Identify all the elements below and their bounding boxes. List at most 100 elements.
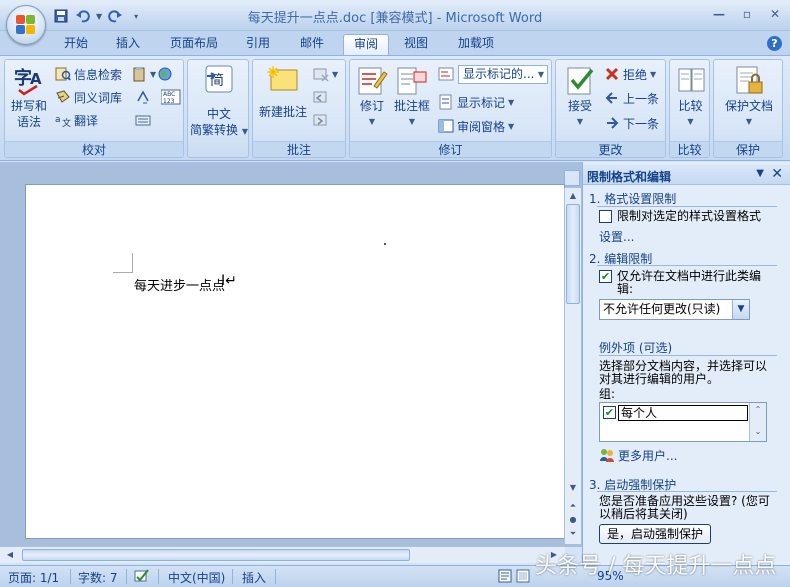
close-icon[interactable]: ✕	[764, 4, 786, 24]
tab-insert[interactable]: 插入	[108, 34, 148, 55]
track-changes-dropdown-icon[interactable]: ▼	[352, 114, 392, 130]
thesaurus-button[interactable]: 同义词库	[55, 87, 122, 107]
balloons-dropdown-icon[interactable]: ▼	[392, 114, 432, 130]
horizontal-scrollbar[interactable]: ◀ ▶	[0, 546, 565, 563]
office-button[interactable]	[6, 5, 46, 45]
tab-review[interactable]: 审阅	[343, 34, 389, 55]
compare-dropdown-icon[interactable]: ▼	[672, 114, 709, 130]
keyboard-button[interactable]	[135, 110, 151, 130]
editing-restrictions-label-line1: 仅允许在文档中进行此类编	[617, 269, 762, 283]
maximize-icon[interactable]: ▫	[736, 4, 758, 24]
select-arrow-icon[interactable]: ▼	[732, 300, 749, 319]
more-users-label: 更多用户...	[618, 448, 678, 463]
word-count[interactable]: 字数: 7	[78, 569, 118, 586]
chinese-conversion-icon: 简	[203, 64, 235, 96]
page-indicator[interactable]: 页面: 1/1	[8, 569, 59, 586]
scroll-up-icon[interactable]: ▲	[567, 190, 579, 202]
settings-link[interactable]: 设置...	[599, 228, 634, 245]
accept-dropdown-icon[interactable]: ▼	[558, 114, 602, 130]
language-indicator[interactable]: 中文(中国)	[168, 569, 225, 586]
accept-button[interactable]: 接受 ▼	[558, 64, 602, 130]
formatting-restrictions-label: 限制对选定的样式设置格式	[617, 209, 762, 223]
track-changes-button[interactable]: 修订 ▼	[352, 64, 392, 130]
tab-references[interactable]: 引用	[238, 34, 278, 55]
formatting-restrictions-checkbox[interactable]	[599, 210, 612, 223]
set-language-button[interactable]	[135, 87, 151, 107]
horizontal-scroll-thumb[interactable]	[22, 549, 410, 561]
delete-comment-dropdown-icon[interactable]: ▼	[332, 70, 338, 79]
tab-addins[interactable]: 加载项	[450, 34, 502, 55]
exceptions-desc-line2: 对其进行编辑的用户。	[599, 372, 720, 386]
svg-text:文: 文	[62, 117, 71, 128]
document-text[interactable]: 每天进步一点点	[134, 275, 225, 294]
protect-group: 保护文档 ▼ 保护	[713, 59, 783, 158]
insert-mode-indicator[interactable]: 插入	[242, 569, 266, 586]
everyone-checkbox[interactable]: ✔	[603, 406, 616, 419]
translate-tip-dropdown-icon[interactable]: ▼	[150, 70, 156, 79]
word-count-button[interactable]: ABC 123	[160, 87, 181, 107]
pane-menu-icon[interactable]: ▼	[756, 168, 764, 179]
help-icon[interactable]: ?	[767, 36, 782, 51]
new-comment-button[interactable]: 新建批注	[255, 64, 311, 120]
previous-page-icon[interactable]: ⏶	[567, 500, 579, 512]
previous-change-button[interactable]: 上一条	[604, 88, 659, 108]
scroll-left-icon[interactable]: ◀	[4, 549, 16, 561]
show-markup-icon	[438, 94, 454, 110]
enforcement-desc-line1: 您是否准备应用这些设置? (您可	[599, 494, 770, 508]
minimize-icon[interactable]: —	[708, 4, 730, 24]
language-button[interactable]	[157, 64, 173, 84]
section2-divider	[597, 265, 777, 266]
start-enforcement-button[interactable]: 是，启动强制保护	[599, 524, 711, 544]
pane-close-icon[interactable]: ✕	[771, 166, 783, 182]
next-page-icon[interactable]: ⏷	[567, 528, 579, 540]
display-for-review-button[interactable]	[438, 64, 454, 84]
delete-comment-button[interactable]: ▼	[313, 64, 338, 84]
more-users-link[interactable]: 更多用户...	[599, 445, 677, 465]
protect-document-dropdown-icon[interactable]: ▼	[716, 114, 782, 130]
browse-object-icon[interactable]: ●	[567, 514, 579, 526]
list-scroll-up-icon[interactable]: ⌃	[752, 404, 764, 416]
tab-page-layout[interactable]: 页面布局	[162, 34, 226, 55]
tab-home[interactable]: 开始	[56, 34, 96, 55]
list-scroll-down-icon[interactable]: ⌄	[752, 426, 764, 438]
reject-label: 拒绝	[623, 67, 648, 82]
spelling-grammar-button[interactable]: 字A 拼写和 语法	[9, 64, 49, 130]
next-change-button[interactable]: 下一条	[604, 113, 659, 133]
groups-list-scrollbar[interactable]: ⌃ ⌄	[749, 403, 766, 441]
changes-group-label: 更改	[556, 141, 665, 157]
exceptions-divider	[599, 355, 777, 356]
office-logo-icon	[16, 15, 36, 35]
balloons-button[interactable]: 批注框 ▼	[392, 64, 432, 130]
scroll-down-icon[interactable]: ▼	[567, 482, 579, 494]
display-for-review-combo[interactable]: 显示标记的... ▼	[458, 65, 548, 84]
protect-document-button[interactable]: 保护文档 ▼	[716, 64, 782, 130]
tab-view[interactable]: 视图	[396, 34, 436, 55]
editing-restrictions-checkbox[interactable]: ✔	[599, 270, 612, 283]
proofing-status-icon[interactable]	[134, 569, 150, 586]
tab-mailings[interactable]: 邮件	[292, 34, 332, 55]
full-screen-view-icon[interactable]	[516, 569, 530, 586]
print-layout-view-icon[interactable]	[498, 569, 512, 586]
thesaurus-icon	[55, 89, 71, 105]
reject-button[interactable]: 拒绝 ▼	[604, 64, 656, 84]
compare-group-label: 比较	[670, 141, 709, 157]
reviewing-pane-button[interactable]: 审阅窗格 ▼	[438, 116, 514, 136]
next-comment-button[interactable]	[313, 110, 329, 130]
show-markup-button[interactable]: 显示标记 ▼	[438, 92, 514, 112]
vertical-scrollbar[interactable]: ▲ ▼ ⏶ ● ⏷	[564, 188, 581, 544]
document-page[interactable]: 每天进步一点点 I↵	[25, 184, 565, 539]
translate-button[interactable]: a文 翻译	[55, 110, 98, 130]
previous-comment-button[interactable]	[313, 87, 329, 107]
research-button[interactable]: 信息检索	[55, 64, 122, 84]
ruler-toggle-icon[interactable]	[564, 170, 580, 186]
chinese-conversion-button[interactable]: 简 中文 简繁转换 ▼	[190, 64, 248, 140]
translate-tip-button[interactable]: ▼	[131, 64, 156, 84]
spelling-label-line2: 语法	[16, 115, 41, 129]
vertical-scroll-thumb[interactable]	[566, 204, 580, 304]
balloons-icon	[396, 64, 428, 96]
everyone-item[interactable]: 每个人	[618, 405, 748, 421]
editing-type-select[interactable]: 不允许任何更改(只读) ▼	[599, 299, 750, 320]
protect-group-label: 保护	[714, 141, 782, 157]
new-comment-icon	[267, 64, 299, 96]
compare-button[interactable]: 比较 ▼	[672, 64, 709, 130]
